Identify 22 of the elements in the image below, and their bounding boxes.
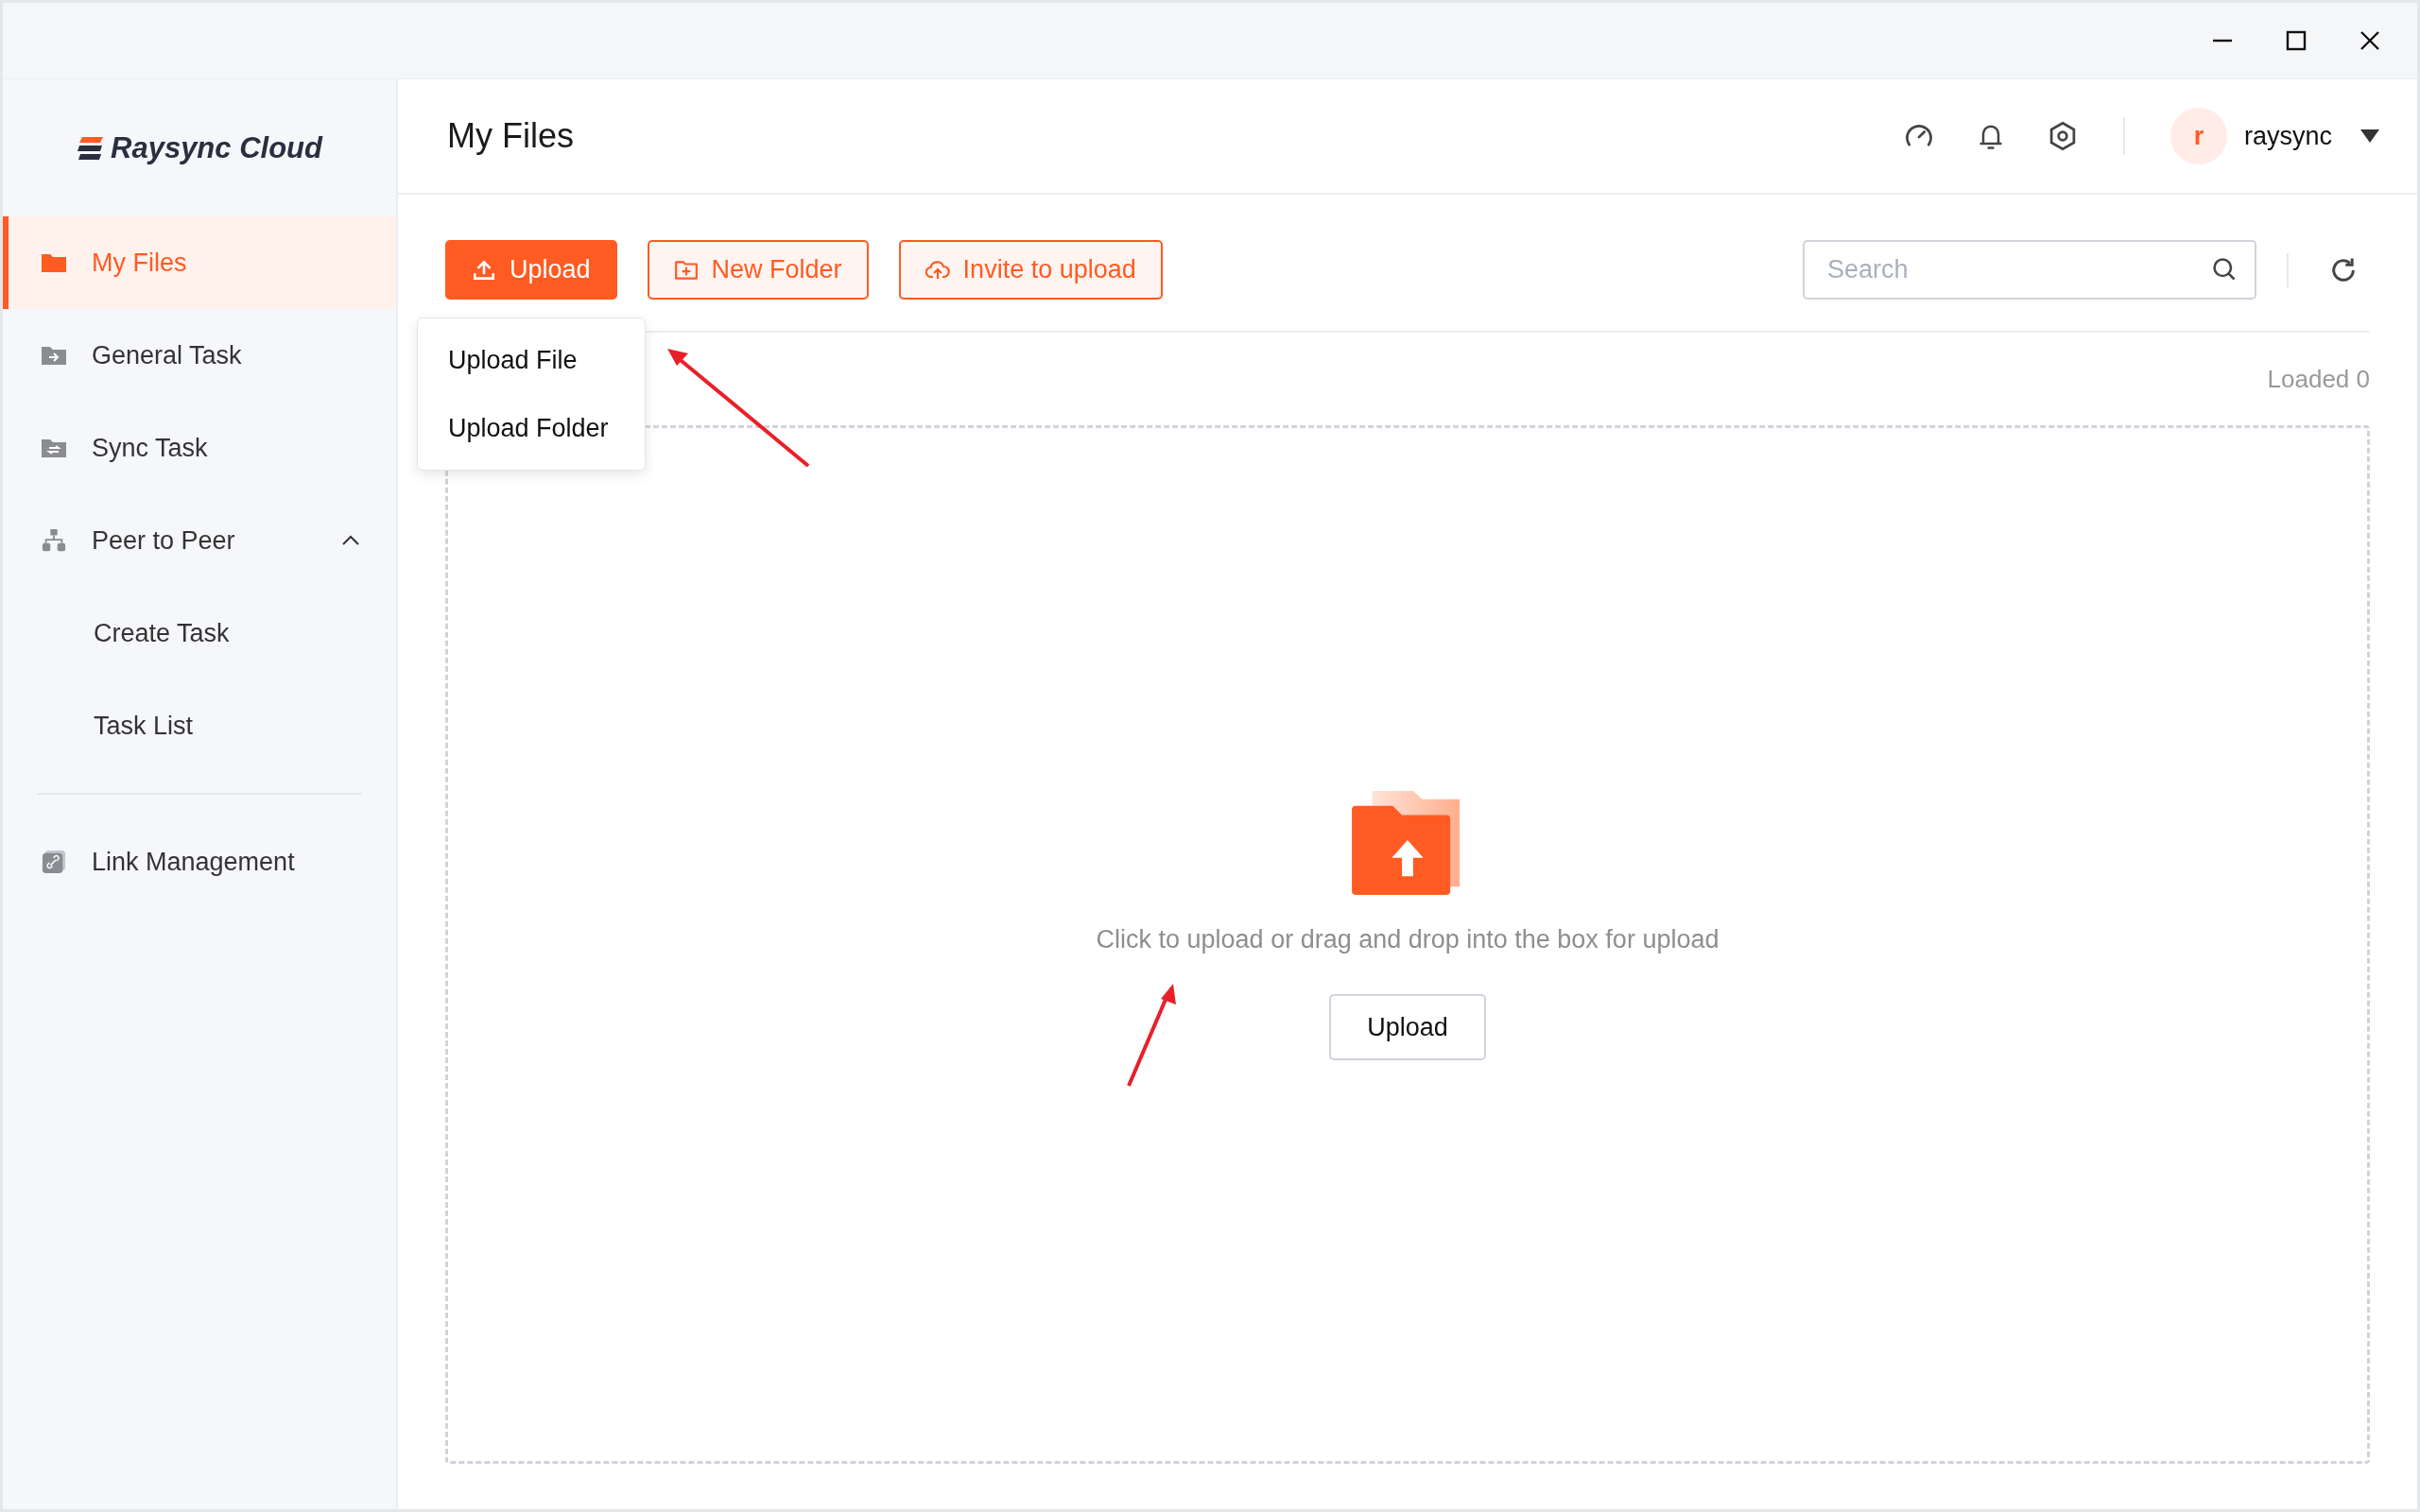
sidebar-subitem[interactable]: Task List bbox=[3, 679, 396, 772]
sidebar-item[interactable]: Peer to Peer bbox=[3, 494, 396, 587]
search-icon[interactable] bbox=[2211, 256, 2238, 283]
sidebar-item[interactable]: General Task bbox=[3, 309, 396, 402]
link-icon bbox=[41, 850, 67, 874]
loaded-count: Loaded 0 bbox=[2267, 364, 2370, 394]
page-title: My Files bbox=[447, 116, 574, 156]
network-icon bbox=[41, 528, 67, 553]
chevron-up-icon[interactable] bbox=[341, 535, 360, 546]
menu-item[interactable]: Upload File bbox=[418, 326, 645, 394]
upload-button[interactable]: Upload bbox=[1329, 994, 1486, 1060]
sidebar-subitem[interactable]: Create Task bbox=[3, 587, 396, 679]
sidebar-item[interactable]: Sync Task bbox=[3, 402, 396, 494]
caret-icon[interactable] bbox=[2360, 129, 2379, 143]
logo-text: Raysync Cloud bbox=[111, 130, 322, 165]
logo-icon bbox=[77, 135, 105, 161]
sidebar-item[interactable]: Link Management bbox=[3, 816, 396, 908]
user-name[interactable]: raysync bbox=[2243, 121, 2332, 151]
search-field[interactable]: Search bbox=[1803, 240, 2256, 300]
upload-hint: Click to upload or drag and drop into the box for upload bbox=[1096, 925, 1720, 954]
maximize-icon[interactable] bbox=[2285, 29, 2308, 52]
close-icon[interactable] bbox=[2359, 29, 2381, 52]
